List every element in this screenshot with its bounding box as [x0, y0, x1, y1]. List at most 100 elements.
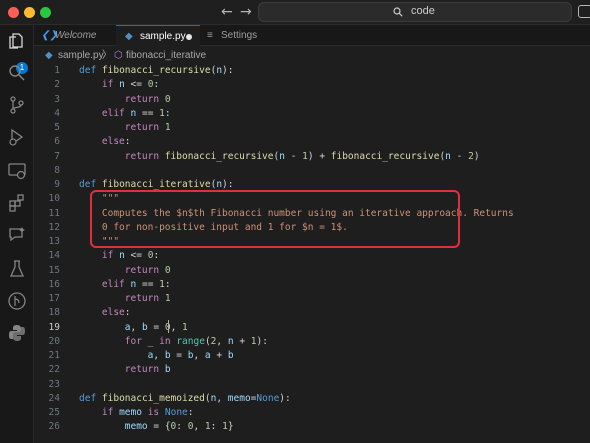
- search-icon[interactable]: [7, 63, 27, 83]
- line-number: 14: [48, 250, 60, 262]
- breadcrumb-file[interactable]: sample.py: [58, 47, 104, 64]
- line-number: 3: [54, 93, 60, 105]
- code-line[interactable]: 23: [34, 378, 590, 392]
- code-text: Computes the $n$th Fibonacci number usin…: [79, 207, 514, 219]
- maximize-window-button[interactable]: [40, 7, 51, 18]
- code-text: def fibonacci_iterative(n):: [79, 179, 234, 190]
- tab-label: sample.py: [140, 31, 186, 42]
- tab-welcome[interactable]: ❮❯ Welcome: [34, 25, 116, 46]
- chat-icon[interactable]: [578, 5, 590, 18]
- function-symbol-icon: ⬡: [114, 50, 123, 61]
- code-text: if n <= 0:: [101, 79, 160, 91]
- line-number: 24: [48, 392, 60, 404]
- code-line[interactable]: 8: [34, 164, 590, 178]
- code-line[interactable]: 21 a, b = b, a + b: [34, 349, 590, 363]
- code-line[interactable]: 1 def fibonacci_recursive(n):: [34, 64, 590, 78]
- code-line[interactable]: 3 return 0: [34, 93, 590, 107]
- back-arrow-icon[interactable]: ←: [221, 3, 233, 21]
- line-number: 13: [48, 236, 60, 247]
- source-control-icon[interactable]: [7, 95, 27, 115]
- code-line[interactable]: 16 elif n == 1:: [34, 278, 590, 292]
- close-window-button[interactable]: [8, 7, 19, 18]
- testing-icon[interactable]: [7, 259, 27, 279]
- settings-icon: ≡: [207, 30, 213, 41]
- code-text: 0 for non-positive input and 1 for $n = …: [79, 221, 348, 233]
- python-file-icon: ◆: [45, 50, 53, 61]
- code-line[interactable]: 25 if memo is None:: [34, 406, 590, 420]
- code-text: return fibonacci_recursive(n - 1) + fibo…: [124, 150, 480, 162]
- code-text: elif n == 1:: [101, 107, 171, 119]
- code-line[interactable]: 5 return 1: [34, 121, 590, 135]
- unsaved-dot-icon[interactable]: [186, 34, 192, 40]
- line-number: 19: [48, 321, 60, 333]
- tab-settings[interactable]: ≡ Settings: [200, 25, 280, 46]
- chat-sidebar-icon[interactable]: [7, 225, 27, 245]
- code-text: if n <= 0:: [101, 250, 160, 262]
- line-number: 18: [48, 307, 60, 319]
- code-line[interactable]: 6 else:: [34, 135, 590, 149]
- forward-arrow-icon[interactable]: →: [240, 3, 252, 21]
- line-number: 11: [48, 207, 60, 219]
- activity-bar: 1: [0, 25, 34, 443]
- command-center-label: code: [411, 5, 435, 17]
- code-line[interactable]: 26 memo = {0: 0, 1: 1}: [34, 420, 590, 434]
- line-number: 25: [48, 407, 60, 418]
- line-number: 15: [48, 264, 60, 276]
- code-line[interactable]: 20 for _ in range(2, n + 1):: [34, 335, 590, 349]
- code-line[interactable]: 10 """: [34, 192, 590, 206]
- code-line[interactable]: 7 return fibonacci_recursive(n - 1) + fi…: [34, 150, 590, 164]
- code-line[interactable]: 15 return 0: [34, 264, 590, 278]
- code-line[interactable]: 22 return b: [34, 363, 590, 377]
- code-editor[interactable]: 1 def fibonacci_recursive(n): 2 if n <= 0:…: [34, 64, 590, 443]
- code-line[interactable]: 4 elif n == 1:: [34, 107, 590, 121]
- code-line[interactable]: 9 def fibonacci_iterative(n):: [34, 178, 590, 192]
- line-number: 16: [48, 278, 60, 290]
- tab-sample-py[interactable]: ◆ sample.py: [116, 25, 200, 46]
- tab-label: Welcome: [55, 30, 97, 41]
- code-text: def fibonacci_recursive(n):: [79, 65, 234, 76]
- minimize-window-button[interactable]: [24, 7, 35, 18]
- line-number: 7: [54, 150, 60, 162]
- code-text: def fibonacci_memoized(n, memo=None):: [79, 392, 291, 404]
- line-number: 22: [48, 364, 60, 376]
- explorer-icon[interactable]: [7, 31, 27, 51]
- title-bar: ← → code: [0, 0, 590, 25]
- tab-bar: ❮❯ Welcome ◆ sample.py ≡ Settings: [34, 25, 590, 46]
- code-text: memo = {0: 0, 1: 1}: [124, 421, 234, 433]
- code-text: return 1: [124, 293, 171, 304]
- code-line[interactable]: 14 if n <= 0:: [34, 249, 590, 263]
- code-text: a, b = 0, 1: [124, 321, 188, 333]
- command-center-search[interactable]: code: [258, 2, 572, 22]
- code-text: return b: [124, 364, 171, 376]
- line-number: 5: [54, 122, 60, 133]
- text-cursor: [168, 320, 169, 333]
- code-line[interactable]: 17 return 1: [34, 292, 590, 306]
- extensions-icon[interactable]: [7, 193, 27, 213]
- tab-label: Settings: [221, 30, 258, 41]
- code-line[interactable]: 12 0 for non-positive input and 1 for $n…: [34, 221, 590, 235]
- line-number: 20: [48, 335, 60, 347]
- search-icon: [393, 7, 403, 17]
- code-text: else:: [101, 307, 131, 319]
- git-graph-icon[interactable]: [7, 291, 27, 311]
- line-number: 23: [48, 378, 60, 390]
- code-line[interactable]: 24 def fibonacci_memoized(n, memo=None):: [34, 392, 590, 406]
- breadcrumb-symbol[interactable]: fibonacci_iterative: [126, 47, 206, 64]
- code-text: elif n == 1:: [101, 278, 171, 290]
- python-icon[interactable]: [7, 323, 27, 343]
- line-number: 8: [54, 164, 60, 176]
- line-number: 12: [48, 221, 60, 233]
- line-number: 9: [54, 179, 60, 190]
- code-line[interactable]: 11 Computes the $n$th Fibonacci number u…: [34, 207, 590, 221]
- code-text: else:: [101, 136, 131, 148]
- run-debug-icon[interactable]: [7, 127, 27, 147]
- code-line[interactable]: 2 if n <= 0:: [34, 78, 590, 92]
- line-number: 17: [48, 293, 60, 304]
- code-line[interactable]: 19 a, b = 0, 1: [34, 321, 590, 335]
- code-line[interactable]: 18 else:: [34, 306, 590, 320]
- remote-explorer-icon[interactable]: [7, 161, 27, 181]
- code-text: return 0: [124, 264, 171, 276]
- code-line[interactable]: 13 """: [34, 235, 590, 249]
- code-text: a, b = b, a + b: [147, 350, 234, 361]
- line-number: 2: [54, 79, 60, 91]
